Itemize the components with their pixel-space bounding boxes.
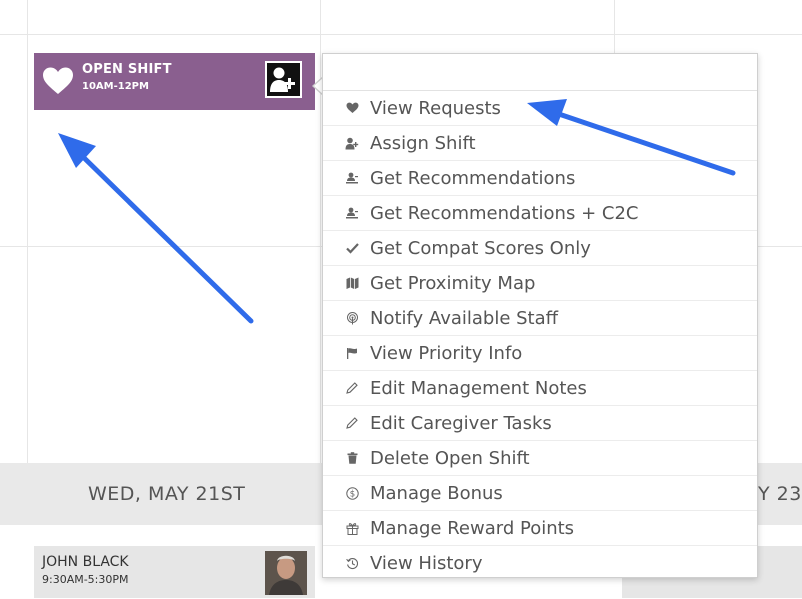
annotation-arrows (58, 99, 736, 324)
annotation-arrow-right (527, 99, 736, 176)
annotation-arrow-left (58, 133, 254, 324)
